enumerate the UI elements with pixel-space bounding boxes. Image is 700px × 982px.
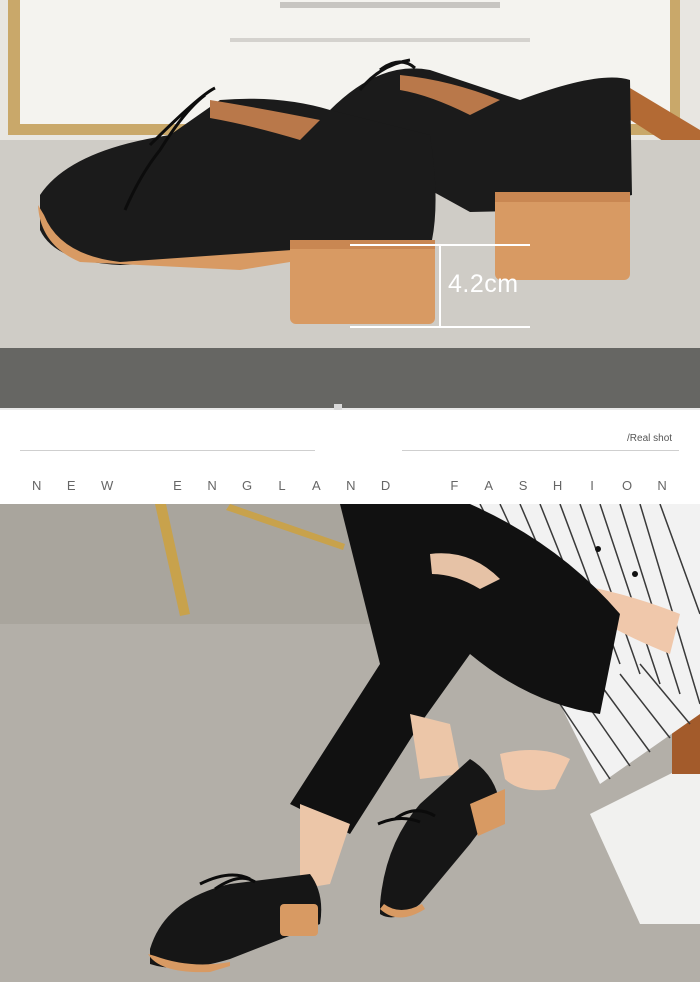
lifestyle-photo bbox=[0, 504, 700, 982]
tagline-letter: H bbox=[552, 478, 564, 493]
tagline-letter: S bbox=[518, 478, 529, 493]
tagline-letter: A bbox=[311, 478, 322, 493]
tagline-letter: E bbox=[66, 478, 77, 493]
tagline-letter: I bbox=[590, 478, 595, 493]
tagline-letter: E bbox=[173, 478, 183, 493]
tagline-letter: A bbox=[484, 478, 495, 493]
tagline-letter: G bbox=[242, 478, 254, 493]
real-shot-label: /Real shot bbox=[627, 433, 673, 444]
real-shot-text: Real shot bbox=[629, 433, 673, 444]
tagline-letter: W bbox=[101, 478, 115, 493]
model-wearing-shoes-illustration bbox=[0, 504, 700, 982]
right-heel bbox=[495, 192, 630, 280]
tagline-letter: L bbox=[278, 478, 287, 493]
tagline-letter: O bbox=[621, 478, 634, 493]
left-heel bbox=[290, 240, 435, 324]
grey-separator-band bbox=[0, 348, 700, 408]
tagline-letter: N bbox=[32, 478, 43, 493]
tagline-letter: N bbox=[346, 478, 357, 493]
tagline-gap bbox=[416, 478, 426, 493]
tagline-gap bbox=[139, 478, 149, 493]
tagline-letter: F bbox=[450, 478, 460, 493]
tagline-letter: N bbox=[207, 478, 218, 493]
product-detail-page: 4.2cm /Real shot N E W E N G L A N D F A… bbox=[0, 0, 700, 982]
section-header: /Real shot N E W E N G L A N D F A S H I… bbox=[0, 404, 700, 504]
tagline-letter: D bbox=[380, 478, 392, 493]
tagline-letter: N bbox=[657, 478, 668, 493]
tiny-mark bbox=[334, 404, 342, 410]
divider-line-right bbox=[402, 450, 679, 451]
heel-height-label: 4.2cm bbox=[448, 270, 519, 298]
product-photo-top: 4.2cm bbox=[0, 0, 700, 348]
divider-line-left bbox=[20, 450, 315, 451]
tagline: N E W E N G L A N D F A S H I O N bbox=[0, 478, 700, 493]
shoe-pair-illustration bbox=[0, 0, 700, 348]
